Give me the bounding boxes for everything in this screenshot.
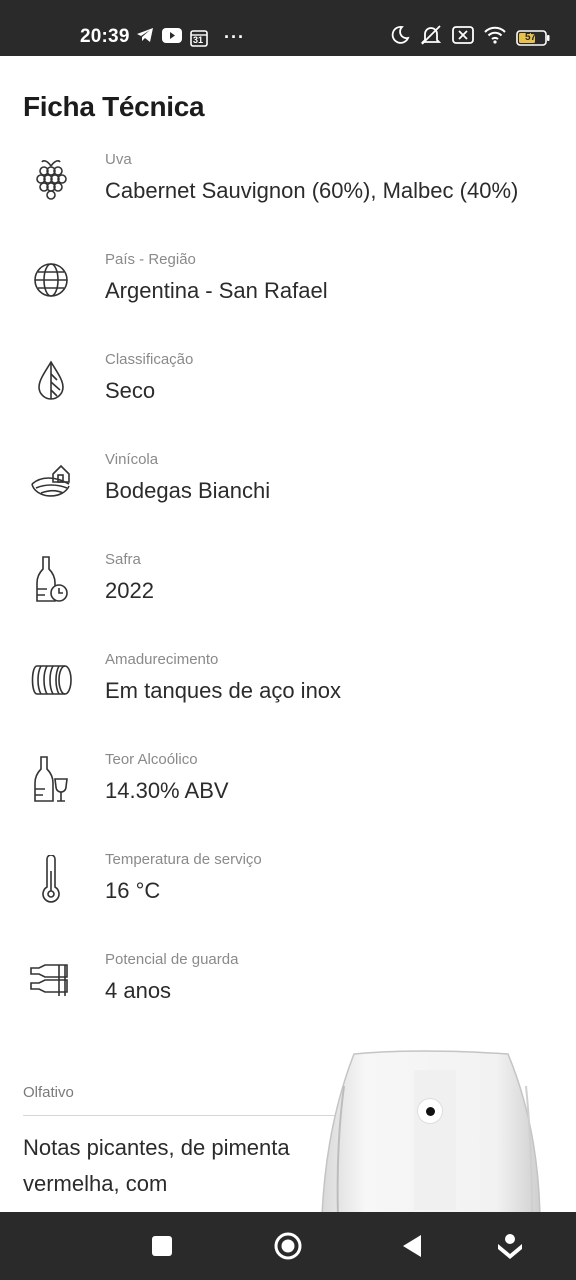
spec-row-amadurecimento: Amadurecimento Em tanques de aço inox (0, 651, 576, 731)
spec-value: 14.30% ABV (105, 778, 229, 803)
spec-label: Classificação (105, 351, 194, 368)
status-time: 20:39 (80, 26, 130, 47)
glass-marker-dot[interactable] (418, 1099, 442, 1123)
spec-row-temperatura: Temperatura de serviço 16 °C (0, 851, 576, 931)
glass-marker-dot-center (425, 1106, 435, 1116)
spec-value: 16 °C (105, 878, 161, 903)
telegram-icon (136, 27, 154, 48)
spec-label: Amadurecimento (105, 651, 219, 668)
spec-value: Bodegas Bianchi (105, 478, 271, 503)
spec-row-uva: Uva Cabernet Sauvignon (60%), Malbec (40… (0, 151, 576, 231)
spec-value: Em tanques de aço inox (105, 678, 342, 703)
wifi-icon (483, 26, 507, 49)
olfativo-text: Notas picantes, de pimenta vermelha, com (23, 1135, 290, 1196)
calendar-icon: 31 (190, 29, 208, 47)
spec-label: Teor Alcoólico (105, 751, 198, 768)
spec-label: Safra (105, 551, 141, 568)
mute-icon (419, 24, 443, 51)
assist-button[interactable] (490, 1226, 530, 1266)
spec-row-classificacao: Classificação Seco (0, 351, 576, 431)
battery-level: 57 (525, 31, 537, 43)
bottle-glass-icon (28, 751, 74, 809)
system-nav-bar (0, 1212, 576, 1280)
bottle-clock-icon (28, 551, 74, 609)
wine-glass-image (318, 1046, 558, 1212)
moon-icon (390, 25, 410, 50)
sim-off-icon (452, 26, 474, 49)
spec-label: Temperatura de serviço (105, 851, 262, 868)
spec-value: Argentina - San Rafael (105, 278, 328, 303)
youtube-icon (162, 27, 182, 48)
spec-label: Uva (105, 151, 132, 168)
winery-icon (28, 451, 74, 509)
grape-icon (28, 151, 74, 209)
calendar-day: 31 (193, 34, 204, 45)
status-bar: 20:39 31 ··· 57 (0, 0, 576, 56)
olfativo-label: Olfativo (23, 1084, 74, 1101)
drop-icon (28, 351, 74, 409)
recents-button[interactable] (142, 1226, 182, 1266)
spec-row-potencial-guarda: Potencial de guarda 4 anos (0, 951, 576, 1031)
spec-row-teor-alcoolico: Teor Alcoólico 14.30% ABV (0, 751, 576, 831)
barrel-icon (28, 651, 74, 709)
spec-row-vinicola: Vinícola Bodegas Bianchi (0, 451, 576, 531)
status-right-icons: 57 (390, 24, 550, 51)
spec-label: Potencial de guarda (105, 951, 239, 968)
more-notifications-icon: ··· (224, 27, 245, 47)
spec-value: 4 anos (105, 978, 172, 1003)
battery-icon: 57 (516, 29, 550, 46)
spec-label: País - Região (105, 251, 196, 268)
spec-label: Vinícola (105, 451, 159, 468)
thermometer-icon (28, 851, 74, 909)
spec-value: 2022 (105, 578, 154, 603)
spec-value: Seco (105, 378, 156, 403)
bottles-rack-icon (28, 951, 74, 1009)
spec-row-safra: Safra 2022 (0, 551, 576, 631)
back-button[interactable] (392, 1226, 432, 1266)
page-title: Ficha Técnica (23, 91, 205, 122)
globe-icon (28, 251, 74, 309)
status-left-icons: 31 ··· (136, 27, 245, 48)
home-button[interactable] (268, 1226, 308, 1266)
spec-value: Cabernet Sauvignon (60%), Malbec (40%) (105, 178, 519, 203)
spec-row-pais-regiao: País - Região Argentina - San Rafael (0, 251, 576, 331)
wine-detail-content[interactable]: Ficha Técnica Uva Cabernet Sauvignon (60… (0, 56, 576, 1212)
